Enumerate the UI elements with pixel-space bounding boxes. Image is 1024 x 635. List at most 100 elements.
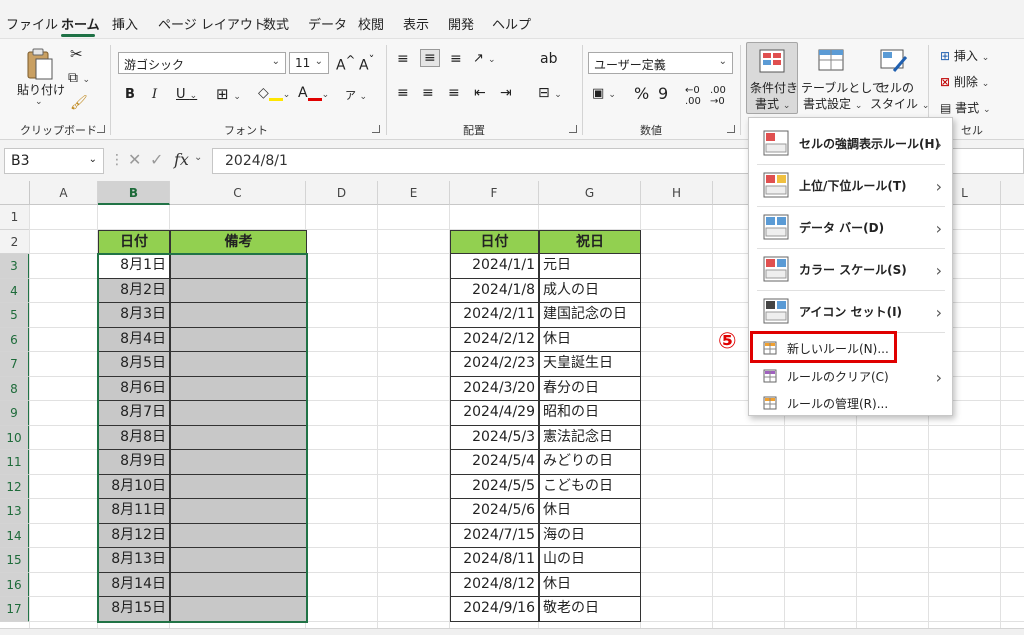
row-header-15[interactable]: 15 <box>0 548 30 573</box>
table2-date-cell[interactable]: 2024/1/8 <box>450 278 539 303</box>
table2-holiday-cell[interactable]: 成人の日 <box>539 278 641 303</box>
table1-date-cell[interactable]: 8月3日 <box>98 303 170 328</box>
cf-menu-item-1[interactable]: セルの強調表示ルール(H) › <box>749 125 952 161</box>
column-header-g[interactable]: G <box>539 181 641 205</box>
table1-date-cell[interactable]: 8月9日 <box>98 450 170 475</box>
tab-home[interactable]: ホーム <box>61 14 100 33</box>
table1-note-cell[interactable] <box>170 474 307 499</box>
table2-date-cell[interactable]: 2024/8/11 <box>450 548 539 573</box>
table2-date-cell[interactable]: 2024/2/11 <box>450 303 539 328</box>
table2-holiday-cell[interactable]: 元日 <box>539 254 641 279</box>
table2-date-cell[interactable]: 2024/9/16 <box>450 597 539 622</box>
table1-note-cell[interactable] <box>170 499 307 524</box>
column-header-c[interactable]: C <box>170 181 306 205</box>
table2-header-holiday[interactable]: 祝日 <box>539 229 641 254</box>
table2-date-cell[interactable]: 2024/5/6 <box>450 499 539 524</box>
table2-holiday-cell[interactable]: 休日 <box>539 572 641 597</box>
table1-note-cell[interactable] <box>170 352 307 377</box>
number-launcher-icon[interactable] <box>727 125 735 133</box>
row-header-9[interactable]: 9 <box>0 401 30 426</box>
table1-note-cell[interactable] <box>170 450 307 475</box>
table1-note-cell[interactable] <box>170 401 307 426</box>
tab-help[interactable]: ヘルプ <box>492 14 531 33</box>
cut-icon[interactable]: ✂ <box>70 45 83 63</box>
align-center-icon[interactable]: ≡ <box>422 85 434 101</box>
table2-date-cell[interactable]: 2024/7/15 <box>450 523 539 548</box>
table1-note-cell[interactable] <box>170 254 307 279</box>
percent-icon[interactable]: % <box>634 84 649 103</box>
tab-file[interactable]: ファイル <box>6 14 58 33</box>
column-header-a[interactable]: A <box>30 181 98 205</box>
underline-icon[interactable]: U ⌄ <box>176 87 197 102</box>
delete-cells-button[interactable]: ⊠ 削除 ⌄ <box>940 73 989 90</box>
table1-date-cell[interactable]: 8月1日 <box>98 254 170 279</box>
table1-date-cell[interactable]: 8月12日 <box>98 523 170 548</box>
table1-date-cell[interactable]: 8月6日 <box>98 376 170 401</box>
column-header-f[interactable]: F <box>450 181 539 205</box>
table1-note-cell[interactable] <box>170 376 307 401</box>
table1-note-cell[interactable] <box>170 523 307 548</box>
table2-date-cell[interactable]: 2024/3/20 <box>450 376 539 401</box>
row-header-6[interactable]: 6 <box>0 327 30 352</box>
table2-date-cell[interactable]: 2024/5/4 <box>450 450 539 475</box>
column-header-e[interactable]: E <box>378 181 450 205</box>
tab-insert[interactable]: 挿入 <box>112 14 138 33</box>
alignment-launcher-icon[interactable] <box>569 125 577 133</box>
table2-holiday-cell[interactable]: みどりの日 <box>539 450 641 475</box>
select-all-corner[interactable] <box>0 181 30 205</box>
italic-icon[interactable]: I <box>152 87 157 102</box>
table1-date-cell[interactable]: 8月8日 <box>98 425 170 450</box>
row-header-4[interactable]: 4 <box>0 278 30 303</box>
table2-date-cell[interactable]: 2024/2/23 <box>450 352 539 377</box>
table2-holiday-cell[interactable]: 春分の日 <box>539 376 641 401</box>
fx-chevron-icon[interactable]: ⌄ <box>194 152 202 163</box>
font-color-icon[interactable]: A ⌄ <box>298 85 329 101</box>
cf-menu-item-5[interactable]: アイコン セット(I) › <box>749 293 952 329</box>
decrease-decimal-icon[interactable]: .00 →0 <box>710 85 726 107</box>
orientation-icon[interactable]: ↗ ⌄ <box>473 51 496 66</box>
phonetic-icon[interactable]: ア ⌄ <box>345 87 367 103</box>
table1-date-cell[interactable]: 8月7日 <box>98 401 170 426</box>
row-header-5[interactable]: 5 <box>0 303 30 328</box>
table2-holiday-cell[interactable]: 山の日 <box>539 548 641 573</box>
row-header-13[interactable]: 13 <box>0 499 30 524</box>
table1-note-cell[interactable] <box>170 278 307 303</box>
name-box[interactable]: B3 ⌄ <box>4 148 104 174</box>
cf-menu-item-3[interactable]: データ バー(D) › <box>749 209 952 245</box>
table2-header-date[interactable]: 日付 <box>450 229 539 254</box>
column-header-h[interactable]: H <box>641 181 713 205</box>
table1-note-cell[interactable] <box>170 425 307 450</box>
table1-note-cell[interactable] <box>170 303 307 328</box>
row-header-1[interactable]: 1 <box>0 205 30 230</box>
conditional-format-button[interactable]: 条件付き 書式 ⌄ <box>746 42 798 114</box>
tab-data[interactable]: データ <box>308 14 347 33</box>
border-icon[interactable]: ⊞ ⌄ <box>216 85 241 103</box>
format-table-button[interactable]: テーブルとして <box>801 79 884 96</box>
increase-decimal-icon[interactable]: ←0.00 <box>685 85 701 107</box>
column-header-d[interactable]: D <box>306 181 378 205</box>
table1-note-cell[interactable] <box>170 548 307 573</box>
font-name-select[interactable]: 游ゴシック ⌄ <box>118 52 286 74</box>
table1-date-cell[interactable]: 8月4日 <box>98 327 170 352</box>
row-header-3[interactable]: 3 <box>0 254 30 279</box>
font-size-select[interactable]: 11 ⌄ <box>289 52 329 74</box>
row-header-2[interactable]: 2 <box>0 229 30 254</box>
row-header-12[interactable]: 12 <box>0 474 30 499</box>
row-header-7[interactable]: 7 <box>0 352 30 377</box>
align-left-icon[interactable]: ≡ <box>397 85 409 101</box>
row-header-14[interactable]: 14 <box>0 523 30 548</box>
comma-icon[interactable]: 9 <box>658 84 668 103</box>
cancel-icon[interactable]: ✕ <box>128 150 141 169</box>
insert-cells-button[interactable]: ⊞ 挿入 ⌄ <box>940 47 989 64</box>
table1-note-cell[interactable] <box>170 572 307 597</box>
align-top-icon[interactable]: ≡ <box>397 51 409 67</box>
insert-function-icon[interactable]: fx <box>174 150 189 169</box>
tab-view[interactable]: 表示 <box>403 14 429 33</box>
decrease-font-icon[interactable]: Aˇ <box>359 53 374 74</box>
align-right-icon[interactable]: ≡ <box>448 85 460 101</box>
table1-date-cell[interactable]: 8月14日 <box>98 572 170 597</box>
table2-date-cell[interactable]: 2024/8/12 <box>450 572 539 597</box>
column-header[interactable] <box>1001 181 1024 205</box>
table2-holiday-cell[interactable]: 天皇誕生日 <box>539 352 641 377</box>
increase-font-icon[interactable]: A^ <box>336 53 355 74</box>
